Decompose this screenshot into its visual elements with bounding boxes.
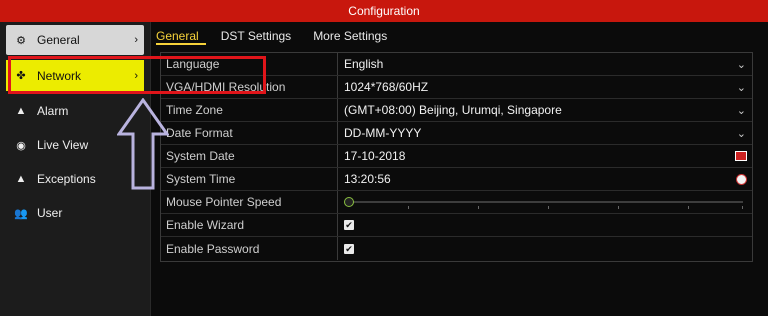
setting-row-mouse-speed: Mouse Pointer Speed bbox=[161, 191, 752, 214]
select-value: English bbox=[344, 57, 384, 71]
system-time-field[interactable]: 13:20:56 bbox=[338, 168, 752, 190]
sidebar-item-user[interactable]: 👥 User bbox=[6, 198, 144, 228]
field-value: 17-10-2018 bbox=[344, 149, 406, 163]
setting-label: System Time bbox=[161, 168, 338, 190]
language-select[interactable]: English ⌄ bbox=[338, 53, 752, 75]
eye-icon: ◉ bbox=[16, 139, 26, 152]
setting-row-system-time: System Time 13:20:56 bbox=[161, 168, 752, 191]
gear-icon: ⚙ bbox=[16, 34, 26, 47]
chevron-right-icon: › bbox=[134, 34, 138, 46]
setting-row-system-date: System Date 17-10-2018 bbox=[161, 145, 752, 168]
setting-label: Mouse Pointer Speed bbox=[161, 191, 338, 213]
chevron-down-icon: ⌄ bbox=[736, 127, 746, 140]
warning-icon: ▲ bbox=[15, 173, 27, 185]
active-tab-indicator bbox=[156, 43, 206, 45]
setting-label: Enable Password bbox=[161, 237, 338, 260]
select-value: (GMT+08:00) Beijing, Urumqi, Singapore bbox=[344, 103, 562, 117]
field-value: 13:20:56 bbox=[344, 172, 391, 186]
sidebar-item-label: Exceptions bbox=[37, 172, 96, 186]
setting-label: Enable Wizard bbox=[161, 214, 338, 236]
setting-label: Date Format bbox=[161, 122, 338, 144]
setting-row-timezone: Time Zone (GMT+08:00) Beijing, Urumqi, S… bbox=[161, 99, 752, 122]
slider-tick bbox=[742, 206, 743, 209]
setting-row-enable-password: Enable Password ✔ bbox=[161, 237, 752, 260]
slider-handle[interactable] bbox=[344, 197, 354, 207]
setting-row-date-format: Date Format DD-MM-YYYY ⌄ bbox=[161, 122, 752, 145]
sidebar-item-label: Live View bbox=[37, 138, 89, 152]
date-format-select[interactable]: DD-MM-YYYY ⌄ bbox=[338, 122, 752, 144]
setting-row-enable-wizard: Enable Wizard ✔ bbox=[161, 214, 752, 237]
window-title: Configuration bbox=[0, 0, 768, 22]
setting-label: System Date bbox=[161, 145, 338, 167]
arrow-shape bbox=[117, 98, 169, 190]
alarm-icon: ▲ bbox=[15, 105, 27, 117]
slider-tick bbox=[478, 206, 479, 209]
mouse-speed-slider[interactable] bbox=[338, 191, 752, 213]
sidebar-item-general[interactable]: ⚙ General › bbox=[6, 25, 144, 55]
sidebar-item-label: Alarm bbox=[37, 104, 69, 118]
sidebar-item-label: User bbox=[37, 206, 63, 220]
enable-wizard-cell: ✔ bbox=[338, 214, 752, 236]
chevron-down-icon: ⌄ bbox=[736, 81, 746, 94]
system-date-field[interactable]: 17-10-2018 bbox=[338, 145, 752, 167]
clock-icon[interactable] bbox=[736, 173, 747, 185]
chevron-down-icon: ⌄ bbox=[736, 104, 746, 117]
select-value: 1024*768/60HZ bbox=[344, 80, 429, 94]
select-value: DD-MM-YYYY bbox=[344, 126, 422, 140]
chevron-down-icon: ⌄ bbox=[736, 58, 746, 71]
users-icon: 👥 bbox=[14, 207, 28, 220]
setting-label: Time Zone bbox=[161, 99, 338, 121]
tab-dst-settings[interactable]: DST Settings bbox=[221, 24, 291, 46]
sidebar-item-label: General bbox=[37, 33, 80, 47]
resolution-select[interactable]: 1024*768/60HZ ⌄ bbox=[338, 76, 752, 98]
slider-tick bbox=[688, 206, 689, 209]
slider-tick bbox=[548, 206, 549, 209]
enable-wizard-checkbox[interactable]: ✔ bbox=[344, 220, 354, 230]
enable-password-checkbox[interactable]: ✔ bbox=[344, 243, 354, 254]
slider-track[interactable] bbox=[348, 201, 743, 203]
timezone-select[interactable]: (GMT+08:00) Beijing, Urumqi, Singapore ⌄ bbox=[338, 99, 752, 121]
annotation-highlight-box bbox=[8, 56, 266, 94]
enable-password-cell: ✔ bbox=[338, 237, 752, 260]
slider-tick bbox=[408, 206, 409, 209]
annotation-up-arrow bbox=[117, 98, 169, 190]
slider-tick bbox=[618, 206, 619, 209]
tab-more-settings[interactable]: More Settings bbox=[313, 24, 387, 46]
calendar-icon[interactable] bbox=[735, 151, 747, 161]
